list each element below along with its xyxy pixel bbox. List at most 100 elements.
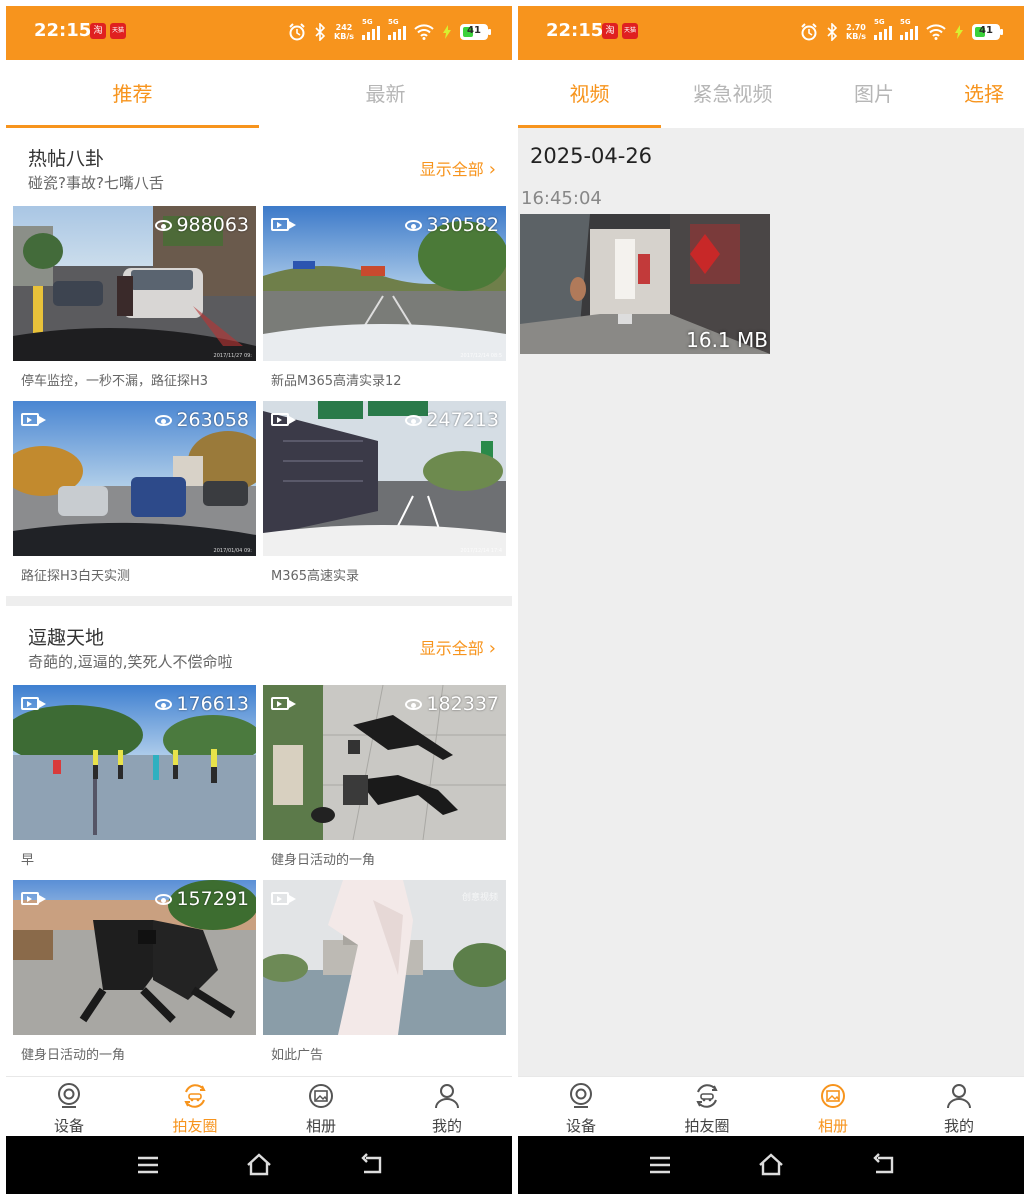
view-count: 330582 (405, 214, 499, 236)
signal-icon: 5G (362, 18, 380, 40)
section-header-funny: 逗趣天地 奇葩的,逗逼的,笑死人不偿命啦 显示全部 › (6, 609, 512, 681)
camera-icon (58, 1083, 80, 1108)
section-title: 热帖八卦 (28, 148, 105, 170)
video-thumbnail[interactable]: 创意视频 (263, 880, 506, 1035)
tmall-badge-icon: 天猫 (622, 23, 638, 39)
menu-icon[interactable] (134, 1152, 162, 1178)
tab-indicator (518, 125, 661, 128)
nav-friends-circle[interactable]: 拍友圈 (132, 1077, 258, 1137)
eye-icon (155, 893, 173, 905)
video-thumbnail[interactable]: 330582 2017/12/14 08:5 (263, 206, 506, 361)
watermark-tag: 创意视频 (461, 893, 498, 903)
album-icon (821, 1084, 845, 1108)
tab-latest[interactable]: 最新 (259, 60, 512, 128)
video-card[interactable]: 263058 2017/01/04 09: 路征探H3白天实测 (13, 401, 256, 584)
video-caption: 健身日活动的一角 (21, 1048, 126, 1063)
nav-friends-circle[interactable]: 拍友圈 (644, 1077, 770, 1137)
back-icon[interactable] (870, 1152, 898, 1178)
date-header: 2025-04-26 (530, 144, 653, 168)
video-caption: 停车监控，一秒不漏，路征探H3 (21, 374, 209, 389)
album-icon (309, 1084, 333, 1108)
eye-icon (405, 698, 423, 710)
timestamp-overlay: 2017/12/14 17:4 (460, 548, 502, 554)
wifi-icon (926, 24, 946, 40)
taobao-badge-icon: 淘 (602, 23, 618, 39)
home-icon[interactable] (245, 1152, 273, 1178)
eye-icon (155, 219, 173, 231)
eye-icon (155, 698, 173, 710)
video-file-size: 16.1 MB (686, 328, 768, 352)
nav-mine[interactable]: 我的 (896, 1077, 1022, 1137)
video-card[interactable]: 247213 2017/12/14 17:4 M365高速实录 (263, 401, 506, 584)
left-screen: 22:15 淘 天猫 242 KB/s 5G 5G 41 推荐 最新 热帖八卦 碰… (6, 6, 512, 1194)
video-thumbnail[interactable]: 176613 (13, 685, 256, 840)
taobao-badge-icon: 淘 (90, 23, 106, 39)
show-all-button[interactable]: 显示全部 › (420, 156, 496, 180)
show-all-button[interactable]: 显示全部 › (420, 635, 496, 659)
battery-icon: 41 (460, 24, 491, 40)
nav-mine[interactable]: 我的 (384, 1077, 510, 1137)
video-caption: 新品M365高清实录12 (271, 374, 402, 389)
eye-icon (405, 219, 423, 231)
album-tabs: 视频 紧急视频 图片 选择 (518, 60, 1024, 128)
nav-device[interactable]: 设备 (6, 1077, 132, 1137)
video-thumbnail[interactable]: 157291 (13, 880, 256, 1035)
view-count: 247213 (405, 409, 499, 431)
status-bar: 22:15 淘 天猫 242 KB/s 5G 5G 41 (6, 6, 512, 60)
view-count: 263058 (155, 409, 249, 431)
section-title: 逗趣天地 (28, 627, 105, 649)
view-count: 176613 (155, 693, 249, 715)
tab-pictures[interactable]: 图片 (804, 60, 944, 128)
video-card[interactable]: 176613 早 (13, 685, 256, 868)
video-card[interactable]: 330582 2017/12/14 08:5 新品M365高清实录12 (263, 206, 506, 389)
person-icon (947, 1084, 971, 1109)
view-count: 182337 (405, 693, 499, 715)
chevron-right-icon: › (488, 638, 496, 659)
eye-icon (155, 414, 173, 426)
bottom-nav: 设备 拍友圈 相册 我的 (518, 1076, 1024, 1137)
video-card[interactable]: 182337 健身日活动的一角 (263, 685, 506, 868)
menu-icon[interactable] (646, 1152, 674, 1178)
nav-album[interactable]: 相册 (770, 1077, 896, 1137)
net-speed: 2.70 KB/s (846, 23, 866, 41)
status-bar: 22:15 淘 天猫 2.70 KB/s 5G 5G 41 (518, 6, 1024, 60)
eye-icon (405, 414, 423, 426)
video-icon (271, 892, 296, 905)
album-video-tile[interactable]: 16.1 MB (520, 214, 770, 354)
video-caption: M365高速实录 (271, 569, 360, 584)
video-card[interactable]: 创意视频 如此广告 (263, 880, 506, 1063)
status-icons: 2.70 KB/s 5G 5G 41 (800, 18, 1003, 44)
view-count: 157291 (155, 888, 249, 910)
video-thumbnail[interactable]: 988063 2017/11/27 09: (13, 206, 256, 361)
video-caption: 健身日活动的一角 (271, 853, 376, 868)
video-thumbnail[interactable]: 263058 2017/01/04 09: (13, 401, 256, 556)
section-divider (6, 596, 512, 606)
system-nav-bar (6, 1136, 512, 1194)
video-thumbnail[interactable]: 182337 (263, 685, 506, 840)
feed-tabs: 推荐 最新 (6, 60, 512, 128)
tmall-badge-icon: 天猫 (110, 23, 126, 39)
signal-icon-2: 5G (900, 18, 918, 40)
alarm-icon (801, 23, 817, 41)
select-button[interactable]: 选择 (944, 60, 1024, 128)
tab-recommended[interactable]: 推荐 (6, 60, 259, 128)
video-icon (21, 697, 46, 710)
tab-videos[interactable]: 视频 (518, 60, 661, 128)
video-thumbnail[interactable]: 247213 2017/12/14 17:4 (263, 401, 506, 556)
signal-icon-2: 5G (388, 18, 406, 40)
timestamp-overlay: 2017/11/27 09: (213, 353, 252, 359)
video-card[interactable]: 157291 健身日活动的一角 (13, 880, 256, 1063)
video-caption: 路征探H3白天实测 (21, 569, 131, 584)
section-header-hot: 热帖八卦 碰瓷?事故?七嘴八舌 显示全部 › (6, 130, 512, 202)
nav-album[interactable]: 相册 (258, 1077, 384, 1137)
video-card[interactable]: 988063 2017/11/27 09: 停车监控，一秒不漏，路征探H3 (13, 206, 256, 389)
video-icon (271, 218, 296, 231)
tab-emergency-videos[interactable]: 紧急视频 (661, 60, 804, 128)
white-coat-man-image (263, 880, 506, 1035)
video-caption: 早 (21, 853, 35, 868)
view-count: 988063 (155, 214, 249, 236)
home-icon[interactable] (757, 1152, 785, 1178)
video-caption: 如此广告 (271, 1048, 324, 1063)
back-icon[interactable] (358, 1152, 386, 1178)
nav-device[interactable]: 设备 (518, 1077, 644, 1137)
